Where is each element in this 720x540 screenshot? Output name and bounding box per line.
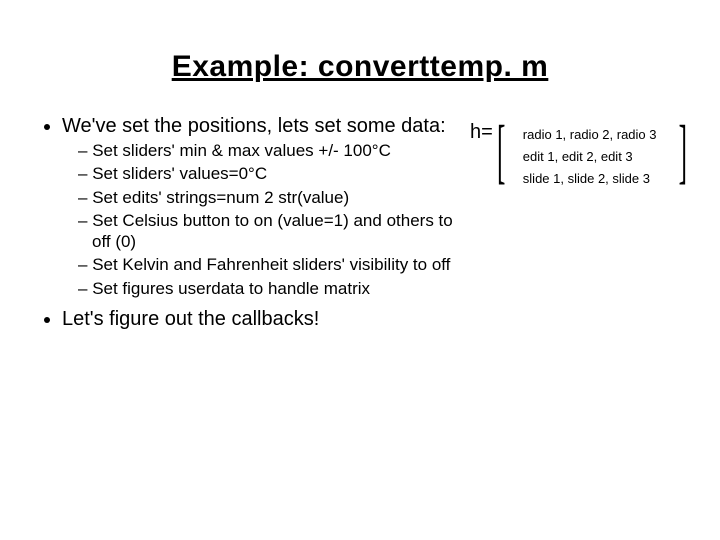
sub-bullet-list: Set sliders' min & max values +/- 100°C … [62, 140, 470, 299]
sub-bullet-text: Set figures userdata to handle matrix [92, 279, 370, 298]
matrix-lhs: h= [470, 122, 497, 142]
sub-bullet-item: Set sliders' min & max values +/- 100°C [78, 140, 470, 161]
sub-bullet-text: Set Celsius button to on (value=1) and o… [92, 211, 453, 251]
sub-bullet-item: Set edits' strings=num 2 str(value) [78, 187, 470, 208]
bullet-item: Let's figure out the callbacks! [62, 307, 470, 331]
bullet-text: Let's figure out the callbacks! [62, 308, 319, 330]
right-bracket-icon: ] [678, 120, 686, 182]
bullet-list: We've set the positions, lets set some d… [40, 114, 470, 331]
sub-bullet-item: Set Celsius button to on (value=1) and o… [78, 210, 470, 253]
sub-bullet-text: Set sliders' values=0°C [92, 164, 267, 183]
bullet-text: We've set the positions, lets set some d… [62, 115, 446, 137]
content-column: We've set the positions, lets set some d… [40, 114, 470, 335]
sub-bullet-item: Set sliders' values=0°C [78, 163, 470, 184]
sub-bullet-text: Set sliders' min & max values +/- 100°C [92, 141, 391, 160]
matrix-body: radio 1, radio 2, radio 3 edit 1, edit 2… [521, 120, 663, 190]
matrix-row: slide 1, slide 2, slide 3 [523, 168, 657, 190]
sub-bullet-text: Set edits' strings=num 2 str(value) [92, 188, 349, 207]
bullet-item: We've set the positions, lets set some d… [62, 114, 470, 299]
slide-title: Example: converttemp. m [40, 50, 680, 84]
body-columns: We've set the positions, lets set some d… [40, 114, 680, 335]
matrix-column: h= [ radio 1, radio 2, radio 3 edit 1, e… [470, 114, 720, 190]
matrix-row: edit 1, edit 2, edit 3 [523, 146, 657, 168]
slide: Example: converttemp. m We've set the po… [0, 0, 720, 540]
matrix-row: radio 1, radio 2, radio 3 [523, 124, 657, 146]
sub-bullet-item: Set figures userdata to handle matrix [78, 278, 470, 299]
sub-bullet-item: Set Kelvin and Fahrenheit sliders' visib… [78, 254, 470, 275]
left-bracket-icon: [ [497, 120, 505, 182]
sub-bullet-text: Set Kelvin and Fahrenheit sliders' visib… [92, 255, 450, 274]
